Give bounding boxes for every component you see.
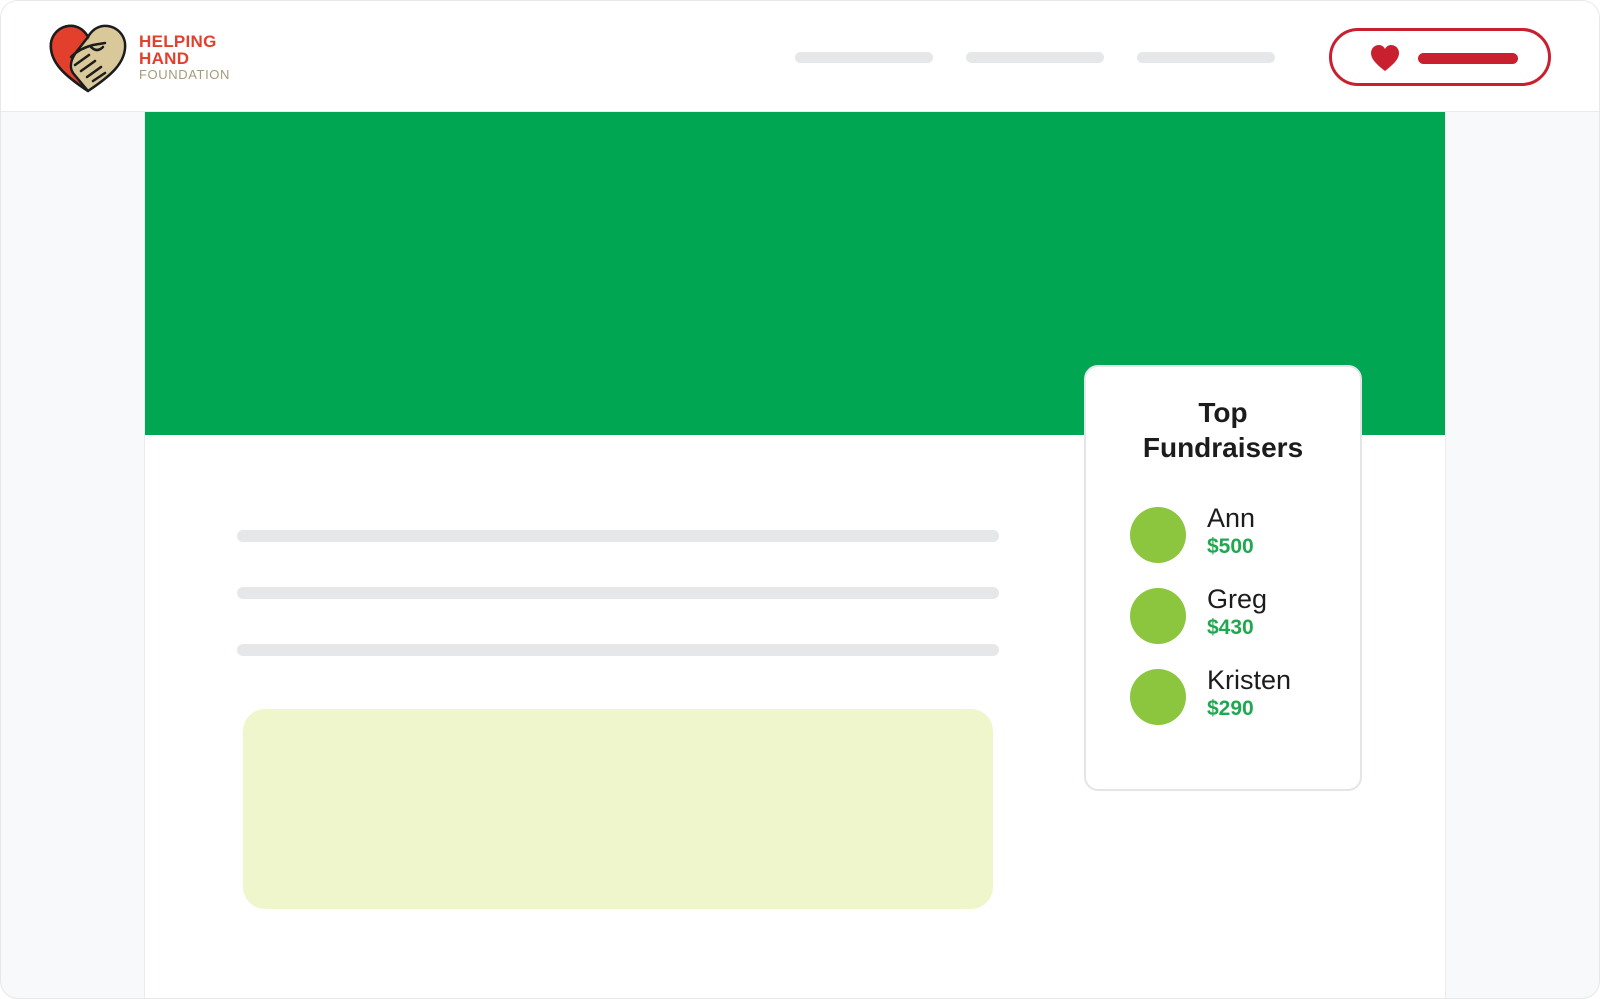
heart-icon	[1371, 45, 1399, 71]
nav-item-3[interactable]	[1137, 52, 1275, 63]
brand-name: HELPING HAND FOUNDATION	[139, 33, 230, 82]
donate-button[interactable]	[1329, 28, 1551, 86]
fundraiser-item[interactable]: Greg $430	[1130, 584, 1350, 648]
fundraiser-name: Greg	[1207, 584, 1268, 614]
brand-name-line1: HELPING	[139, 32, 217, 51]
text-placeholder-line-2	[237, 587, 999, 599]
donate-button-label-placeholder	[1418, 53, 1518, 64]
site-header: HELPING HAND FOUNDATION	[1, 1, 1599, 112]
top-fundraisers-title: Top Fundraisers	[1086, 395, 1360, 465]
brand-name-line3: FOUNDATION	[139, 67, 230, 82]
text-placeholder-line-1	[237, 530, 999, 542]
avatar	[1130, 588, 1186, 644]
fundraiser-amount: $430	[1207, 616, 1254, 639]
browser-frame: HELPING HAND FOUNDATION Top Fundraisers	[0, 0, 1600, 999]
top-fundraisers-title-line2: Fundraisers	[1142, 432, 1304, 463]
text-placeholder-line-3	[237, 644, 999, 656]
brand-name-line2: HAND	[139, 49, 190, 68]
avatar	[1130, 669, 1186, 725]
top-fundraisers-title-line1: Top	[1198, 397, 1248, 428]
fundraiser-item[interactable]: Ann $500	[1130, 503, 1350, 567]
nav-item-2[interactable]	[966, 52, 1104, 63]
top-fundraisers-card: Top Fundraisers Ann $500 Greg $430 Krist…	[1084, 365, 1362, 791]
fundraiser-name: Kristen	[1207, 665, 1292, 695]
fundraiser-item[interactable]: Kristen $290	[1130, 665, 1350, 729]
fundraiser-name: Ann	[1207, 503, 1256, 533]
nav-item-1[interactable]	[795, 52, 933, 63]
content-placeholder-box	[243, 709, 993, 909]
brand-logo[interactable]: HELPING HAND FOUNDATION	[47, 21, 257, 93]
fundraiser-amount: $500	[1207, 535, 1254, 558]
heart-handshake-icon	[49, 24, 127, 93]
fundraiser-amount: $290	[1207, 697, 1254, 720]
avatar	[1130, 507, 1186, 563]
